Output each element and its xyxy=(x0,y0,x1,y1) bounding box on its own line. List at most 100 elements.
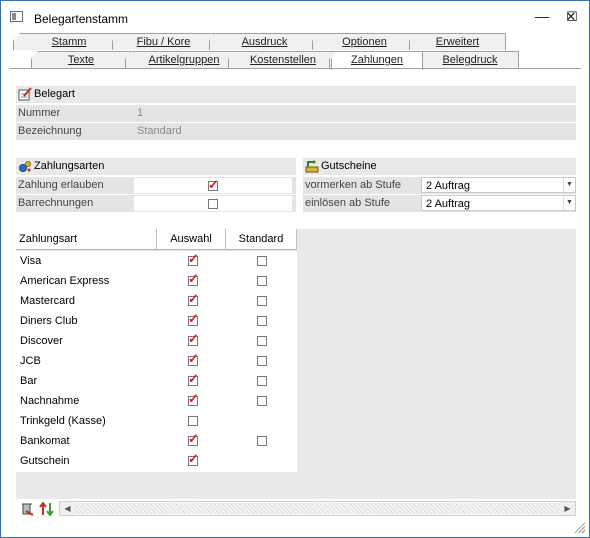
table-body: Visa ✓ American Express ✓ Mastercard ✓ Diners … xyxy=(16,251,297,472)
tab-ausdruck[interactable]: Ausdruck xyxy=(209,33,320,50)
zahlungsart-name: Nachnahme xyxy=(20,395,80,407)
table-row[interactable]: Nachnahme ✓ xyxy=(16,391,297,411)
tab-belegdruck-label: Belegdruck xyxy=(442,54,498,66)
tab-fibu-kore-label: Fibu / Kore xyxy=(136,36,191,48)
scroll-right-icon[interactable]: ▶ xyxy=(560,502,575,515)
tab-fibu-kore[interactable]: Fibu / Kore xyxy=(112,33,215,50)
tab-stamm-label: Stamm xyxy=(51,36,87,48)
zahlung-erlauben-label: Zahlung erlauben xyxy=(18,179,104,191)
check-icon: ✓ xyxy=(188,451,199,466)
table-row[interactable]: American Express ✓ xyxy=(16,271,297,291)
gutscheine-header: Gutscheine xyxy=(303,158,576,175)
nummer-row: Nummer 1 xyxy=(16,105,576,122)
table-row[interactable]: Discover ✓ xyxy=(16,331,297,351)
bezeichnung-value: Standard xyxy=(137,125,182,137)
voucher-icon xyxy=(305,160,319,173)
zahlungsart-name: Bar xyxy=(20,375,38,387)
tab-erweitert[interactable]: Erweitert xyxy=(409,33,506,50)
table-row[interactable]: JCB ✓ xyxy=(16,351,297,371)
standard-checkbox[interactable] xyxy=(257,316,267,326)
check-icon: ✓ xyxy=(208,177,219,192)
tab-row-bottom: Texte Artikelgruppen Kostenstellen Beleg… xyxy=(1,51,590,70)
resize-grip-icon[interactable] xyxy=(573,521,585,533)
check-icon: ✓ xyxy=(188,251,199,266)
barrechnungen-checkbox[interactable] xyxy=(208,199,218,209)
horizontal-scrollbar[interactable]: ◀ ▶ xyxy=(59,501,576,516)
chevron-down-icon[interactable]: ▼ xyxy=(563,178,575,192)
zahlungsart-name: Mastercard xyxy=(20,295,76,307)
standard-checkbox[interactable] xyxy=(257,336,267,346)
column-header-standard[interactable]: Standard xyxy=(226,229,297,250)
check-icon: ✓ xyxy=(188,431,199,446)
standard-checkbox[interactable] xyxy=(257,376,267,386)
tab-kostenstellen-label: Kostenstellen xyxy=(249,54,317,66)
einloesen-dropdown[interactable]: 2 Auftrag ▼ xyxy=(421,195,576,211)
bezeichnung-label: Bezeichnung xyxy=(18,125,82,137)
scroll-left-icon[interactable]: ◀ xyxy=(60,502,75,515)
gutscheine-title: Gutscheine xyxy=(321,160,377,172)
standard-checkbox[interactable] xyxy=(257,396,267,406)
close-button[interactable]: ✕ xyxy=(557,7,585,27)
bezeichnung-field[interactable]: Standard xyxy=(134,124,574,139)
vormerken-dropdown[interactable]: 2 Auftrag ▼ xyxy=(421,177,576,193)
table-row[interactable]: Diners Club ✓ xyxy=(16,311,297,331)
nummer-label: Nummer xyxy=(18,107,61,119)
standard-checkbox[interactable] xyxy=(257,436,267,446)
zahlungsart-name: JCB xyxy=(20,355,41,367)
vormerken-value: 2 Auftrag xyxy=(426,180,471,192)
einloesen-row: einlösen ab Stufe 2 Auftrag ▼ xyxy=(303,195,576,212)
table-row[interactable]: Mastercard ✓ xyxy=(16,291,297,311)
check-icon: ✓ xyxy=(188,391,199,406)
pencil-document-icon xyxy=(18,87,32,101)
vormerken-label: vormerken ab Stufe xyxy=(305,179,401,191)
sort-icon[interactable] xyxy=(39,502,55,516)
table-row[interactable]: Bankomat ✓ xyxy=(16,431,297,451)
table-row[interactable]: Trinkgeld (Kasse) xyxy=(16,411,297,431)
vormerken-row: vormerken ab Stufe 2 Auftrag ▼ xyxy=(303,177,576,194)
minimize-glyph[interactable]: — xyxy=(529,7,557,27)
table-row[interactable]: Bar ✓ xyxy=(16,371,297,391)
title-bar: Belegartenstamm — ☐ xyxy=(1,1,589,33)
standard-checkbox[interactable] xyxy=(257,356,267,366)
check-icon: ✓ xyxy=(188,271,199,286)
zahlungsart-name: Trinkgeld (Kasse) xyxy=(20,415,106,427)
barrechnungen-row: Barrechnungen xyxy=(16,195,296,212)
barrechnungen-cell xyxy=(134,196,292,211)
delete-row-icon[interactable] xyxy=(20,502,34,516)
belegart-header: Belegart xyxy=(16,86,576,103)
tab-texte[interactable]: Texte xyxy=(31,51,131,68)
tab-divider xyxy=(9,68,581,69)
auswahl-checkbox[interactable] xyxy=(188,416,198,426)
tab-artikelgruppen[interactable]: Artikelgruppen xyxy=(125,51,243,68)
tab-stamm[interactable]: Stamm xyxy=(13,33,125,50)
standard-checkbox[interactable] xyxy=(257,296,267,306)
tab-kostenstellen[interactable]: Kostenstellen xyxy=(228,51,338,68)
nummer-field[interactable]: 1 xyxy=(134,106,289,121)
table-row[interactable]: Visa ✓ xyxy=(16,251,297,271)
table-row[interactable]: Gutschein ✓ xyxy=(16,451,297,471)
zahlungsart-name: Visa xyxy=(20,255,42,267)
standard-checkbox[interactable] xyxy=(257,256,267,266)
tab-zahlungen-label: Zahlungen xyxy=(351,54,403,66)
scroll-track[interactable] xyxy=(75,503,560,514)
standard-checkbox[interactable] xyxy=(257,276,267,286)
tab-row-top: Stamm Fibu / Kore Ausdruck Optionen Erwe… xyxy=(1,33,590,50)
nummer-value: 1 xyxy=(137,107,144,119)
tab-optionen-label: Optionen xyxy=(342,36,387,48)
tab-optionen[interactable]: Optionen xyxy=(312,33,417,50)
coins-icon xyxy=(19,161,31,172)
tab-ausdruck-label: Ausdruck xyxy=(241,36,288,48)
check-icon: ✓ xyxy=(188,291,199,306)
window-title: Belegartenstamm xyxy=(34,12,129,26)
column-header-zahlungsart[interactable]: Zahlungsart xyxy=(16,229,157,250)
check-icon: ✓ xyxy=(188,331,199,346)
tab-belegdruck[interactable]: Belegdruck xyxy=(421,51,519,68)
barrechnungen-label: Barrechnungen xyxy=(18,197,94,209)
einloesen-label: einlösen ab Stufe xyxy=(305,197,391,209)
chevron-down-icon[interactable]: ▼ xyxy=(563,196,575,210)
belegart-title: Belegart xyxy=(34,88,75,100)
column-header-auswahl[interactable]: Auswahl xyxy=(157,229,226,250)
check-icon: ✓ xyxy=(188,351,199,366)
table-header: Zahlungsart Auswahl Standard xyxy=(16,229,297,250)
app-icon xyxy=(10,11,23,22)
